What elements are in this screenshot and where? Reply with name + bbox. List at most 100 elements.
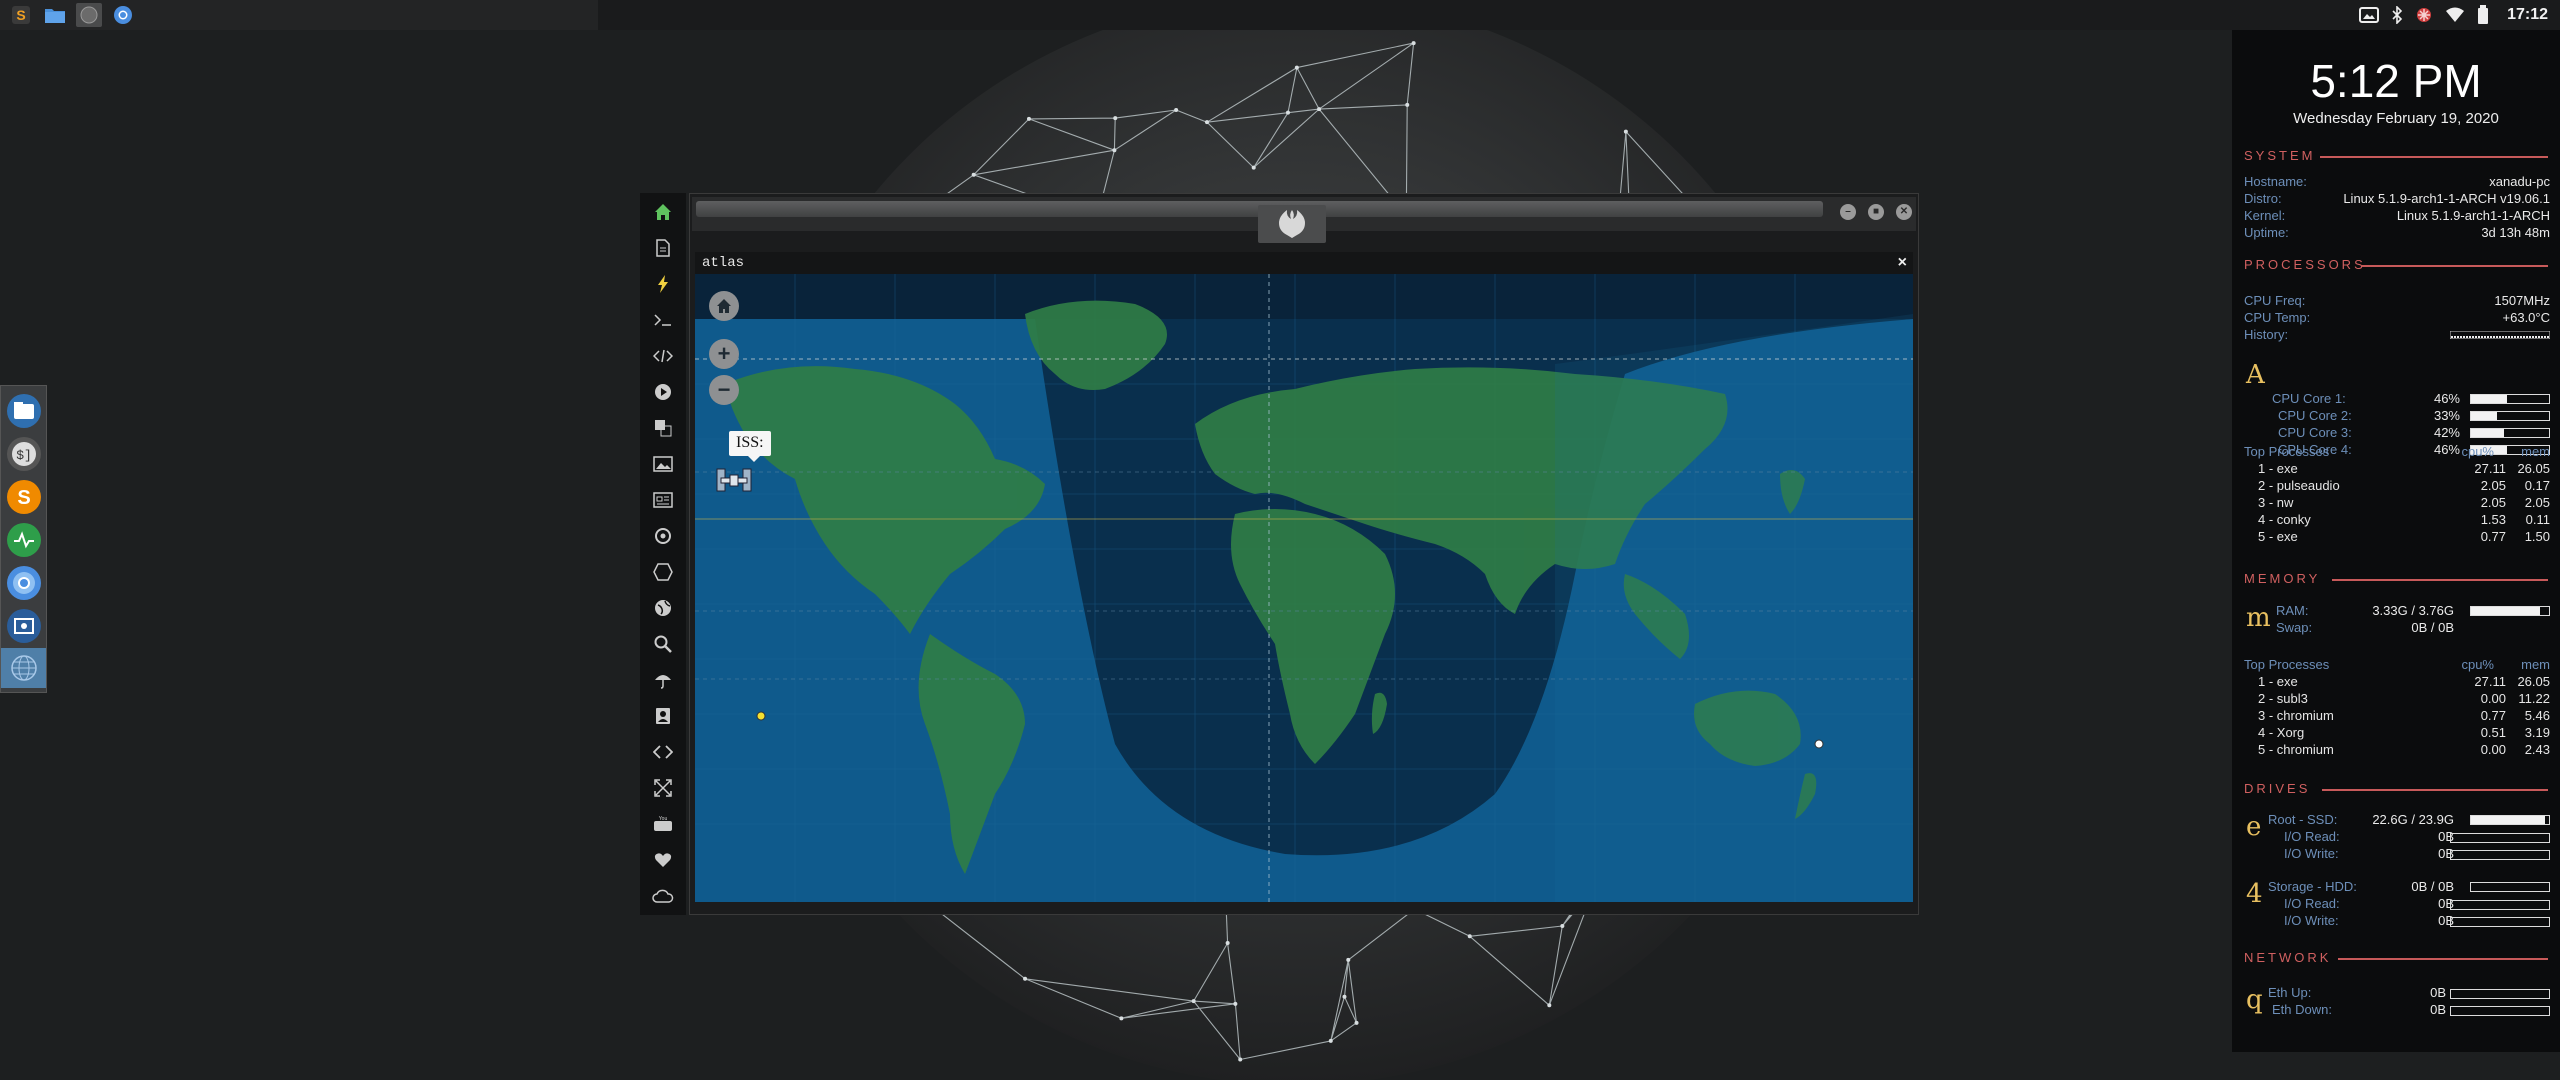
mem-col-mem: mem — [2521, 657, 2550, 672]
launcher-settings[interactable] — [651, 524, 675, 548]
launcher-home[interactable] — [651, 200, 675, 224]
memory-divider — [2332, 579, 2548, 581]
conky-monitor: 5:12 PM Wednesday February 19, 2020 SYST… — [2232, 30, 2560, 1052]
dock-terminal[interactable]: $] — [7, 437, 41, 471]
window-titlebar[interactable]: – ■ ✕ — [692, 197, 1916, 243]
launcher-translate[interactable] — [651, 416, 675, 440]
ram-bar — [2470, 606, 2550, 616]
dock-monitor[interactable] — [7, 523, 41, 557]
system-tray: 17:12 — [2359, 0, 2560, 30]
taskbar-sublime[interactable]: S — [8, 3, 34, 27]
launcher-news[interactable] — [651, 488, 675, 512]
cpu-top-title: Top Processes — [2244, 444, 2330, 459]
system-monitor-icon — [14, 531, 34, 549]
map-home-button[interactable] — [709, 291, 739, 321]
launcher-terminal[interactable] — [651, 308, 675, 332]
root-read-bar — [2450, 833, 2550, 843]
zoom-out-button[interactable]: − — [709, 375, 739, 405]
code-icon — [653, 349, 673, 363]
launcher-globe[interactable] — [651, 596, 675, 620]
battery-icon[interactable] — [2477, 5, 2489, 25]
storage-write-row: I/O Write: 0B — [2284, 913, 2550, 930]
cpu-core-bar — [2470, 411, 2550, 421]
atlas-window: – ■ ✕ atlas × + − ISS: — [689, 193, 1919, 915]
update-icon[interactable] — [2415, 6, 2433, 24]
memory-header: MEMORY — [2244, 571, 2321, 586]
storage-letter-icon: 4 — [2246, 879, 2263, 909]
system-row-hostname: Hostname: xanadu-pc — [2244, 174, 2550, 189]
launcher-document[interactable] — [651, 236, 675, 260]
world-map-canvas[interactable] — [695, 274, 1913, 902]
translate-icon — [655, 420, 672, 437]
home-icon — [655, 204, 671, 220]
world-map[interactable]: + − ISS: — [695, 274, 1913, 902]
launcher-weather[interactable] — [651, 668, 675, 692]
dock-files[interactable] — [7, 394, 41, 428]
process-row: 2 - subl3 0.00 11.22 — [2258, 691, 2550, 706]
umbrella-icon — [655, 675, 671, 689]
svg-text:S: S — [17, 487, 30, 509]
cpu-col-mem: mem — [2521, 444, 2550, 459]
sublime-icon: S — [12, 6, 30, 24]
mem-col-cpu: cpu% — [2461, 657, 2494, 672]
cpu-core-bar — [2470, 428, 2550, 438]
youtube-icon: You — [654, 816, 672, 831]
bluetooth-icon[interactable] — [2391, 6, 2403, 24]
cpu-core-row: CPU Core 1: 46% — [2272, 391, 2550, 408]
globe-icon — [80, 6, 98, 24]
image-icon[interactable] — [2359, 7, 2380, 23]
wifi-icon[interactable] — [2445, 7, 2465, 23]
cpu-core-bar — [2470, 394, 2550, 404]
panel-clock[interactable]: 17:12 — [2507, 6, 2548, 24]
launcher-search[interactable] — [651, 632, 675, 656]
launcher-transfer[interactable] — [651, 740, 675, 764]
launcher-play[interactable] — [651, 380, 675, 404]
drives-divider — [2322, 789, 2548, 791]
dock-screenshot[interactable] — [7, 609, 41, 643]
system-row-kernel: Kernel: Linux 5.1.9-arch1-1-ARCH — [2244, 208, 2550, 223]
close-window-button[interactable]: ✕ — [1896, 204, 1912, 220]
dock-atlas[interactable] — [1, 648, 46, 688]
cpu-history-graph — [2450, 331, 2550, 339]
processors-header: PROCESSORS — [2244, 257, 2366, 272]
taskbar-atlas[interactable] — [76, 3, 102, 27]
root-write-row: I/O Write: 0B — [2284, 846, 2550, 863]
processors-divider — [2362, 265, 2548, 267]
eth-down-row: Eth Down: 0B — [2272, 1002, 2550, 1019]
launcher-fullscreen[interactable] — [651, 776, 675, 800]
sublime-icon: S — [17, 487, 30, 509]
transfer-icon — [653, 745, 673, 759]
swap-row: Swap: 0B / 0B — [2276, 620, 2454, 635]
launcher-images[interactable] — [651, 452, 675, 476]
maximize-button[interactable]: ■ — [1868, 204, 1884, 220]
storage-read-row: I/O Read: 0B — [2284, 896, 2550, 913]
taskbar-files[interactable] — [42, 3, 68, 27]
app-title: atlas — [702, 255, 745, 271]
hexagon-icon — [653, 563, 673, 581]
app-launcher-bar: You — [640, 193, 686, 915]
eth-up-bar — [2450, 989, 2550, 999]
search-icon — [654, 635, 672, 653]
contacts-icon — [656, 708, 670, 724]
storage-drive-row: Storage - HDD: 0B / 0B — [2268, 879, 2550, 896]
svg-text:S: S — [16, 7, 25, 23]
dock-sublime[interactable]: S — [7, 480, 41, 514]
taskbar-chromium[interactable] — [110, 3, 136, 27]
launcher-favorites[interactable] — [651, 848, 675, 872]
minimize-button[interactable]: – — [1840, 204, 1856, 220]
launcher-lightning[interactable] — [651, 272, 675, 296]
news-icon — [653, 492, 673, 508]
launcher-code[interactable] — [651, 344, 675, 368]
conky-date: Wednesday February 19, 2020 — [2293, 110, 2499, 127]
terminal-icon: $] — [12, 442, 36, 466]
launcher-hexagon[interactable] — [651, 560, 675, 584]
zoom-in-button[interactable]: + — [709, 339, 739, 369]
launcher-contacts[interactable] — [651, 704, 675, 728]
dock-chromium[interactable] — [7, 566, 41, 600]
globe-icon — [10, 655, 37, 681]
launcher-youtube[interactable]: You — [651, 812, 675, 836]
sun-marker — [756, 711, 766, 721]
launcher-cloud[interactable] — [651, 884, 675, 908]
system-divider — [2320, 156, 2548, 158]
app-close-button[interactable]: × — [1898, 254, 1907, 272]
